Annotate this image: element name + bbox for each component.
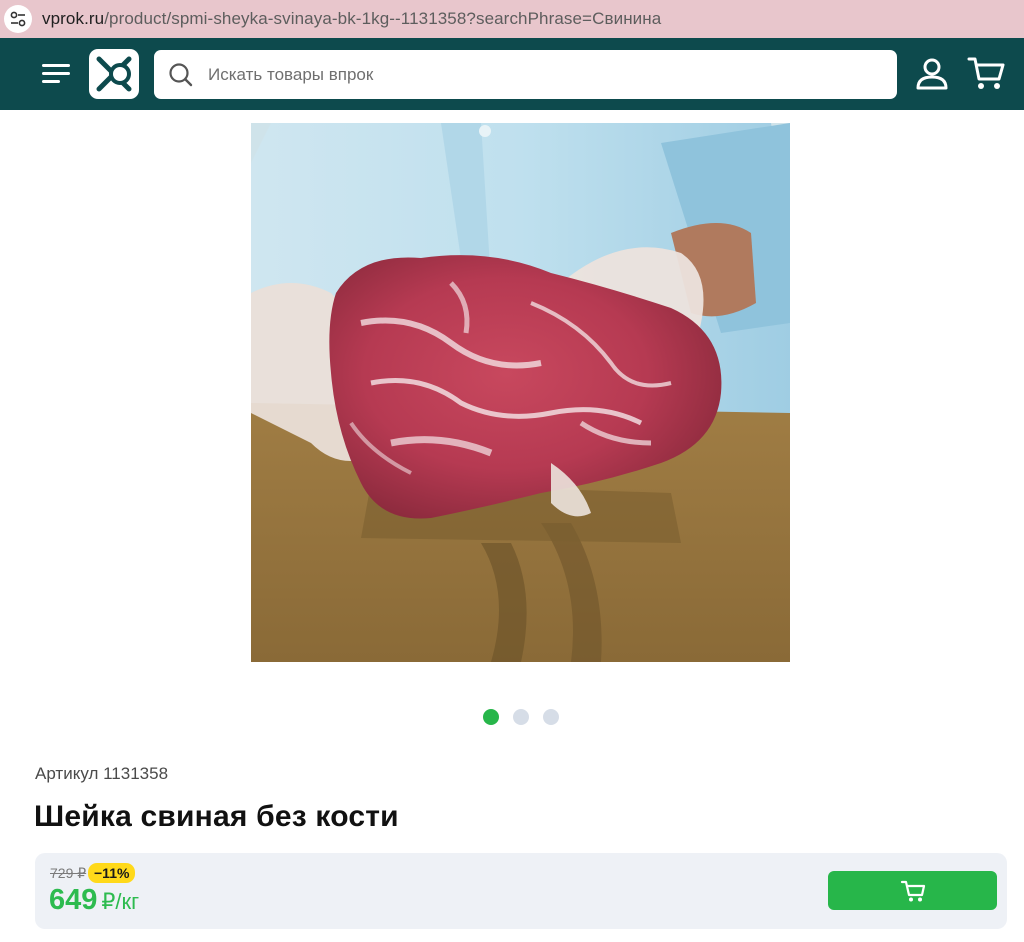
product-photo[interactable] (251, 123, 790, 662)
cart-icon[interactable] (966, 55, 1006, 93)
search-icon[interactable] (168, 62, 194, 88)
url-text[interactable]: vprok.ru/product/spmi-sheyka-svinaya-bk-… (42, 9, 661, 29)
product-article: Артикул 1131358 (35, 764, 169, 783)
product-title: Шейка свиная без кости (34, 800, 399, 833)
browser-url-bar[interactable]: vprok.ru/product/spmi-sheyka-svinaya-bk-… (0, 0, 1024, 38)
discount-badge: −11% (88, 863, 136, 883)
site-header (0, 38, 1024, 110)
logo[interactable] (89, 49, 139, 99)
search-input[interactable] (208, 64, 868, 85)
current-price: 649 ₽/кг (49, 884, 139, 917)
price-panel: 729 ₽ −11% 649 ₽/кг (35, 853, 1007, 929)
gallery-pagination (483, 709, 559, 725)
old-price: 729 ₽ (50, 865, 87, 881)
cart-icon (900, 880, 925, 901)
price-unit: ₽/кг (101, 889, 140, 914)
user-icon[interactable] (914, 57, 950, 91)
url-path: /product/spmi-sheyka-svinaya-bk-1kg--113… (104, 9, 662, 28)
add-to-cart-button[interactable] (828, 871, 997, 910)
url-domain: vprok.ru (42, 9, 105, 28)
gallery-dot-1[interactable] (483, 709, 499, 725)
menu-icon[interactable] (38, 60, 74, 88)
gallery-dot-2[interactable] (513, 709, 529, 725)
site-settings-icon[interactable] (4, 5, 32, 33)
search-bar[interactable] (154, 50, 897, 99)
price-value: 649 (49, 884, 98, 916)
gallery-dot-3[interactable] (543, 709, 559, 725)
